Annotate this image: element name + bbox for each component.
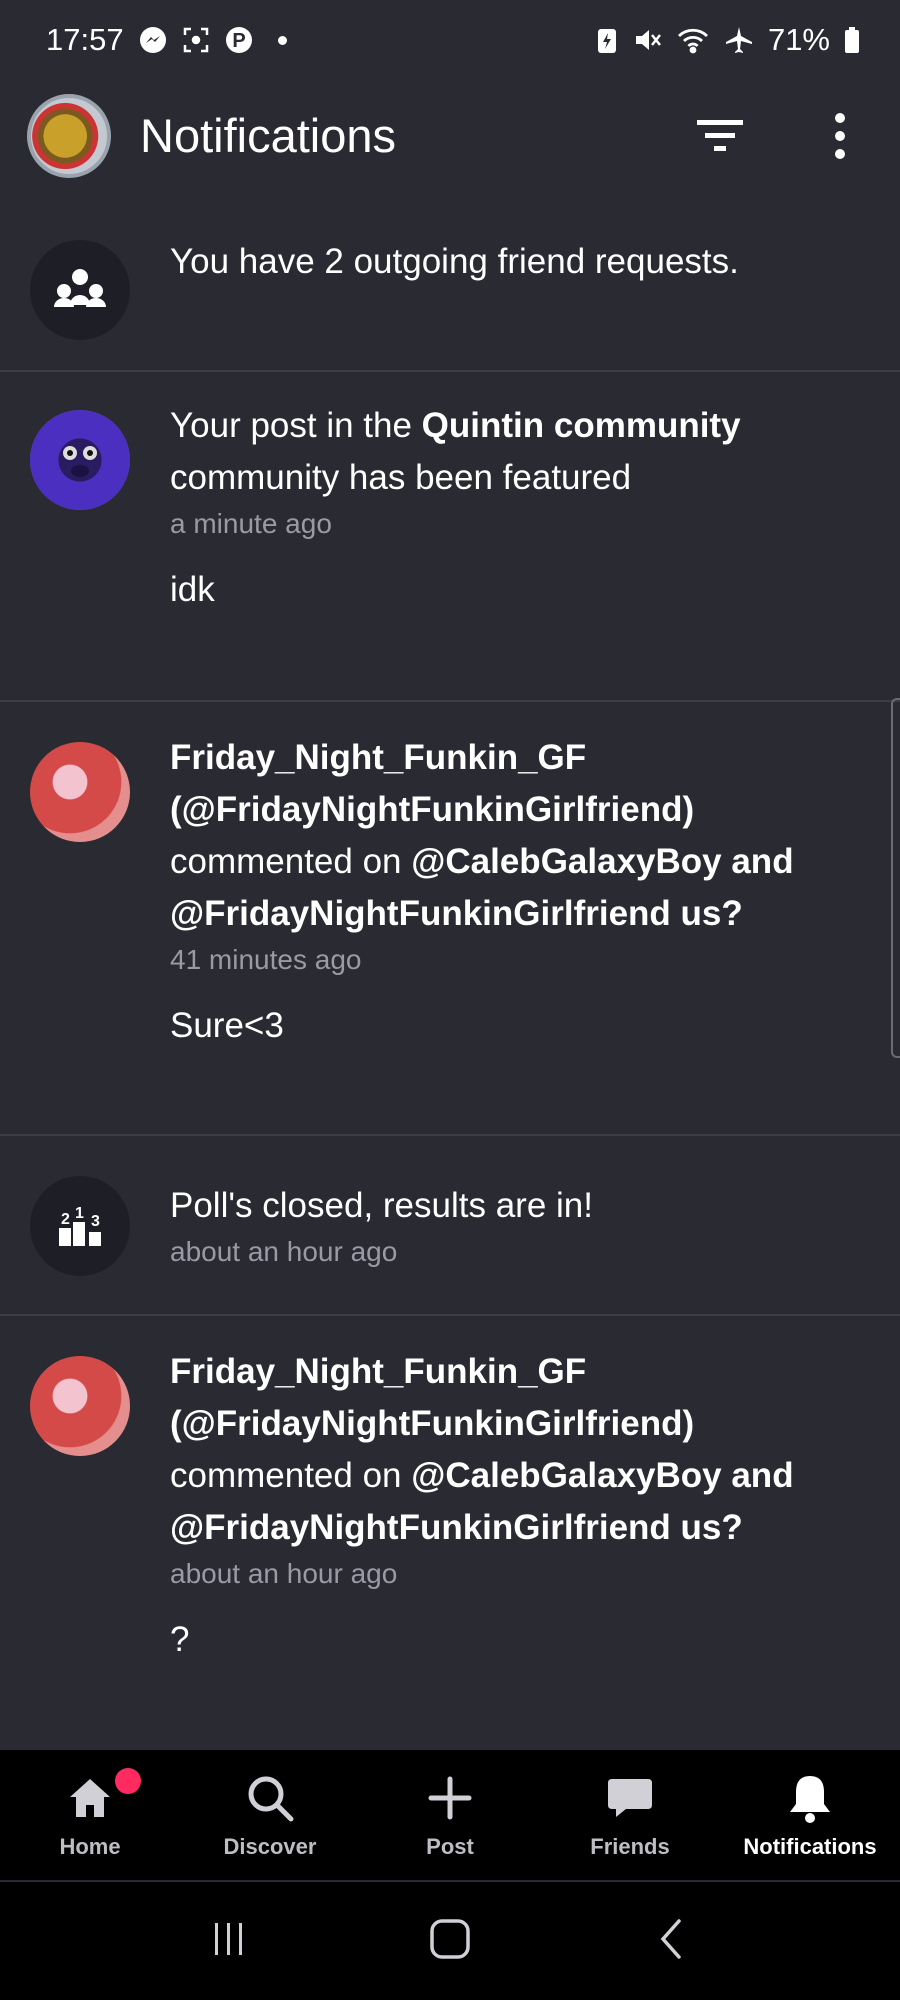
nav-post[interactable]: Post	[360, 1750, 540, 1880]
scrollbar[interactable]	[891, 698, 900, 1058]
text-middle: commented on	[170, 842, 412, 881]
system-nav-bar	[0, 1882, 900, 2000]
home-badge	[115, 1768, 141, 1794]
battery-saver-icon	[596, 25, 618, 55]
screen: 17:57 P 71% Notifications You have 2 out…	[0, 0, 900, 2000]
app-header: Notifications	[0, 86, 900, 190]
notification-time: a minute ago	[170, 508, 332, 539]
svg-text:3: 3	[91, 1213, 100, 1230]
user-avatar[interactable]	[30, 1356, 130, 1456]
community-avatar	[30, 410, 130, 510]
nav-discover-label: Discover	[223, 1834, 317, 1859]
text-prefix: Your post in the	[170, 406, 422, 445]
notification-featured-post[interactable]: Your post in the Quintin community commu…	[0, 372, 900, 702]
actor-name[interactable]: Friday_Night_Funkin_GF (@FridayNightFunk…	[170, 738, 694, 829]
chat-bubble-icon	[604, 1772, 656, 1824]
notification-comment: idk	[170, 570, 215, 609]
notification-text: Your post in the Quintin community commu…	[170, 400, 790, 504]
home-square-icon	[430, 1918, 470, 1959]
notification-comment[interactable]: Friday_Night_Funkin_GF (@FridayNightFunk…	[0, 1316, 900, 1750]
notification-time: about an hour ago	[170, 1236, 398, 1267]
back-chevron-icon	[660, 1918, 681, 1959]
bottom-nav: Home Discover Post Friends Notifications	[0, 1750, 900, 1880]
page-title: Notifications	[140, 109, 396, 162]
community-name[interactable]: Quintin community	[422, 406, 741, 445]
actor-name[interactable]: Friday_Night_Funkin_GF (@FridayNightFunk…	[170, 1352, 694, 1443]
home-icon	[64, 1772, 116, 1824]
nav-friends[interactable]: Friends	[540, 1750, 720, 1880]
notification-comment: ?	[170, 1620, 190, 1659]
bell-icon	[784, 1772, 836, 1824]
status-bar: 17:57 P 71%	[0, 0, 900, 80]
nav-discover[interactable]: Discover	[180, 1750, 360, 1880]
more-vertical-icon	[835, 113, 845, 159]
plus-icon	[424, 1772, 476, 1824]
svg-text:1: 1	[75, 1205, 84, 1222]
text-suffix: community has been featured	[170, 458, 632, 497]
status-time: 17:57	[46, 22, 124, 57]
user-avatar[interactable]	[30, 742, 130, 842]
recent-apps-button[interactable]	[209, 1919, 249, 1964]
search-icon	[244, 1772, 296, 1824]
nav-post-label: Post	[426, 1834, 474, 1859]
back-button[interactable]	[651, 1917, 691, 1966]
nav-notifications-label: Notifications	[743, 1834, 877, 1859]
home-system-button[interactable]	[428, 1917, 472, 1966]
mute-icon	[632, 25, 662, 55]
filter-button[interactable]	[694, 116, 748, 156]
poll-results-icon: 213	[30, 1176, 130, 1276]
filter-icon	[697, 120, 743, 151]
messenger-icon	[138, 25, 168, 55]
battery-percent: 71%	[767, 22, 830, 57]
notification-text: Friday_Night_Funkin_GF (@FridayNightFunk…	[170, 1346, 850, 1554]
notification-comment: Sure<3	[170, 1006, 284, 1045]
notification-text: Poll's closed, results are in!	[170, 1186, 593, 1225]
more-options-button[interactable]	[820, 108, 860, 164]
notification-time: about an hour ago	[170, 1558, 398, 1589]
battery-icon	[844, 26, 860, 54]
recents-icon	[215, 1922, 243, 1955]
notification-time: 41 minutes ago	[170, 944, 362, 975]
svg-text:2: 2	[61, 1211, 70, 1228]
airplane-mode-icon	[724, 25, 754, 55]
pinterest-icon: P	[224, 25, 254, 55]
nav-home-label: Home	[59, 1834, 121, 1859]
nav-home[interactable]: Home	[0, 1750, 180, 1880]
nav-friends-label: Friends	[590, 1834, 670, 1859]
screenshot-icon	[182, 26, 210, 54]
friends-group-icon	[30, 240, 130, 340]
notification-text: You have 2 outgoing friend requests.	[170, 242, 739, 281]
profile-avatar[interactable]	[27, 94, 111, 178]
text-middle: commented on	[170, 1456, 412, 1495]
notification-comment[interactable]: Friday_Night_Funkin_GF (@FridayNightFunk…	[0, 702, 900, 1136]
notification-poll-closed[interactable]: 213 Poll's closed, results are in! about…	[0, 1136, 900, 1316]
notification-dot-icon	[277, 35, 287, 45]
notification-friend-requests[interactable]: You have 2 outgoing friend requests.	[0, 210, 900, 372]
nav-notifications[interactable]: Notifications	[720, 1750, 900, 1880]
svg-text:P: P	[232, 30, 245, 52]
wifi-icon	[676, 25, 710, 55]
notification-text: Friday_Night_Funkin_GF (@FridayNightFunk…	[170, 732, 850, 940]
